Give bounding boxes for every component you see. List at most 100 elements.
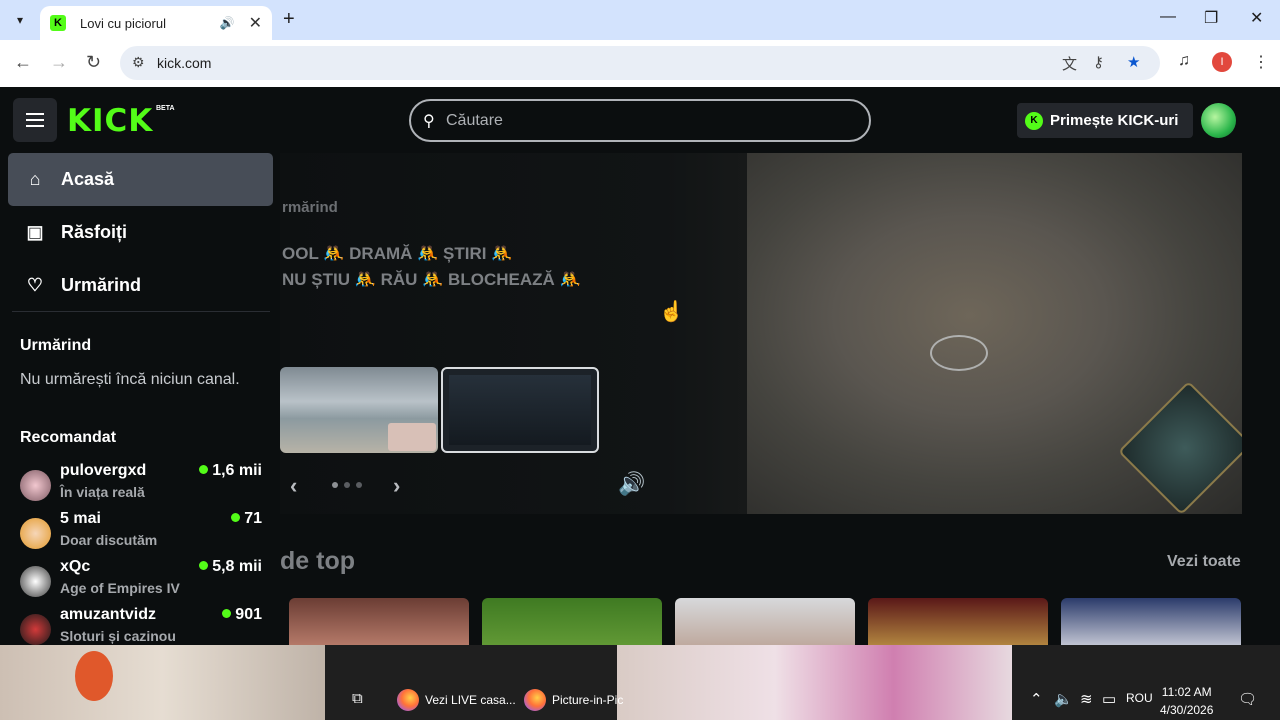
kick-logo[interactable]: KICK <box>67 105 153 137</box>
home-icon: ⌂ <box>29 169 41 189</box>
sidebar-item-home[interactable]: ⌂ Acasă <box>8 153 273 206</box>
game-target-ring <box>930 335 988 371</box>
channel-category: Sloturi și cazinou <box>60 628 176 644</box>
following-section-title: Urmărind <box>20 337 92 354</box>
sidebar-item-following[interactable]: ♡ Urmărind <box>8 259 273 312</box>
carousel-dots <box>332 482 362 488</box>
notifications-icon[interactable]: 🗨 <box>1238 690 1257 708</box>
search-box[interactable]: ⚲ <box>409 99 871 142</box>
recommended-channel[interactable]: pulovergxd În viața reală 1,6 mii <box>20 462 264 510</box>
close-window-icon[interactable]: ✕ <box>1250 8 1263 28</box>
browser-toolbar: ← → ↻ ⚙ kick.com 文 ⚷ ★ ♫ I ⋮ <box>0 40 1280 87</box>
volume-icon[interactable]: 🔊 <box>618 471 645 497</box>
firefox-icon <box>397 689 419 711</box>
see-all-link[interactable]: Vezi toate <box>1167 553 1241 571</box>
hamburger-menu-button[interactable] <box>13 98 57 142</box>
taskbar-app-pip[interactable]: Picture-in-Pic <box>524 689 623 711</box>
viewer-count: 901 <box>222 606 262 624</box>
address-url[interactable]: kick.com <box>157 55 211 71</box>
search-icon: ⚲ <box>423 113 435 130</box>
live-dot-icon <box>222 609 232 618</box>
stream-card[interactable] <box>289 598 469 645</box>
site-info-icon[interactable]: ⚙ <box>132 54 145 71</box>
following-empty-text: Nu urmărești încă niciun canal. <box>20 371 240 388</box>
audio-playing-icon[interactable]: 🔊 <box>220 16 235 30</box>
sidebar-item-label: Acasă <box>61 169 115 189</box>
featured-carousel: rmărind OOL 🤼 DRAMĂ 🤼 ȘTIRI 🤼 NU ȘTIU 🤼 … <box>280 153 1242 514</box>
password-key-icon[interactable]: ⚷ <box>1093 53 1104 71</box>
kick-page: KICK BETA ⚲ K Primește KICK-uri ⌂ Acasă … <box>0 87 1280 645</box>
channel-name: xQc <box>60 558 91 575</box>
carousel-thumbnail[interactable] <box>280 367 438 453</box>
close-tab-icon[interactable]: ✕ <box>249 13 262 33</box>
recommended-section-title: Recomandat <box>20 429 117 446</box>
bookmark-star-icon[interactable]: ★ <box>1127 53 1140 71</box>
stream-card[interactable] <box>482 598 662 645</box>
viewer-count: 71 <box>231 510 262 528</box>
taskbar-app-firefox[interactable]: Vezi LIVE casa... <box>397 689 516 711</box>
carousel-prev-icon[interactable]: ‹ <box>290 473 297 499</box>
address-bar[interactable]: ⚙ kick.com 文 ⚷ ★ <box>120 46 1160 80</box>
channel-category: Age of Empires IV <box>60 580 180 596</box>
streamer-cam <box>388 423 436 451</box>
kick-favicon-icon: K <box>50 15 66 31</box>
channel-name: 5 mai <box>60 510 101 527</box>
beta-badge: BETA <box>156 105 175 112</box>
sidebar-item-browse[interactable]: ▣ Răsfoiți <box>8 206 273 259</box>
channel-name: pulovergxd <box>60 462 147 479</box>
top-section-title: de top <box>280 547 355 575</box>
taskbar-app-label: Picture-in-Pic <box>552 693 624 707</box>
reload-icon[interactable]: ↻ <box>86 52 101 73</box>
hero-stream-title: OOL 🤼 DRAMĂ 🤼 ȘTIRI 🤼 NU ȘTIU 🤼 RĂU 🤼 BL… <box>282 244 581 289</box>
stream-card[interactable] <box>868 598 1048 645</box>
channel-avatar <box>20 470 51 501</box>
firefox-icon <box>524 689 546 711</box>
tab-search-icon[interactable]: ▾ <box>8 8 32 32</box>
media-control-icon[interactable]: ♫ <box>1178 52 1190 70</box>
get-kicks-label: Primește KICK-uri <box>1050 112 1179 129</box>
channel-name: amuzantvidz <box>60 606 157 623</box>
restore-icon[interactable]: ❐ <box>1204 8 1218 28</box>
get-kicks-button[interactable]: K Primește KICK-uri <box>1017 103 1193 138</box>
show-hidden-icons-icon[interactable]: ⌃ <box>1030 690 1043 708</box>
profile-avatar[interactable]: I <box>1212 52 1232 72</box>
new-tab-button[interactable]: + <box>283 8 295 31</box>
sidebar: ⌂ Acasă ▣ Răsfoiți ♡ Urmărind Urmărind N… <box>0 151 280 645</box>
carousel-next-icon[interactable]: › <box>393 473 400 499</box>
carousel-thumbnail-selected[interactable] <box>441 367 599 453</box>
recommended-channel[interactable]: xQc Age of Empires IV 5,8 mii <box>20 558 264 606</box>
channel-avatar <box>20 566 51 597</box>
search-input[interactable] <box>446 109 846 133</box>
system-clock[interactable]: 11:02 AM 4/30/2026 <box>1160 683 1213 719</box>
taskbar-app-label: Vezi LIVE casa... <box>425 693 516 707</box>
browser-tab-strip: ▾ K Lovi cu piciorul 🔊 ✕ + — ❐ ✕ <box>0 0 1280 40</box>
battery-icon[interactable]: ▭ <box>1102 690 1116 708</box>
kick-coin-icon: K <box>1025 111 1043 130</box>
live-dot-icon <box>199 561 209 570</box>
recommended-channel[interactable]: amuzantvidz Sloturi și cazinou 901 <box>20 606 264 645</box>
channel-avatar <box>20 614 51 645</box>
hero-following-label: rmărind <box>282 199 338 216</box>
browser-tab[interactable]: K Lovi cu piciorul 🔊 ✕ <box>40 6 272 40</box>
recommended-channel[interactable]: 5 mai Doar discutăm 71 <box>20 510 264 558</box>
wifi-icon[interactable]: ≋ <box>1080 690 1093 708</box>
user-avatar[interactable] <box>1201 103 1236 138</box>
sidebar-divider <box>12 311 270 312</box>
balloon-shape <box>75 651 113 701</box>
sidebar-item-label: Răsfoiți <box>61 222 128 242</box>
picture-in-picture-window[interactable] <box>0 645 325 720</box>
input-language[interactable]: ROU <box>1126 691 1153 705</box>
forward-icon[interactable]: → <box>50 52 68 73</box>
channel-category: Doar discutăm <box>60 532 158 548</box>
stream-card[interactable] <box>1061 598 1241 645</box>
live-dot-icon <box>199 465 209 474</box>
back-icon[interactable]: ← <box>14 52 32 73</box>
translate-icon[interactable]: 文 <box>1062 53 1077 74</box>
task-view-icon[interactable]: ⧉ <box>352 690 363 707</box>
minimize-icon[interactable]: — <box>1160 8 1176 26</box>
speaker-icon[interactable]: 🔈 <box>1054 690 1073 708</box>
menu-dots-icon[interactable]: ⋮ <box>1253 52 1269 72</box>
picture-in-picture-window[interactable] <box>617 645 1012 720</box>
heart-icon: ♡ <box>26 275 44 295</box>
stream-card[interactable] <box>675 598 855 645</box>
